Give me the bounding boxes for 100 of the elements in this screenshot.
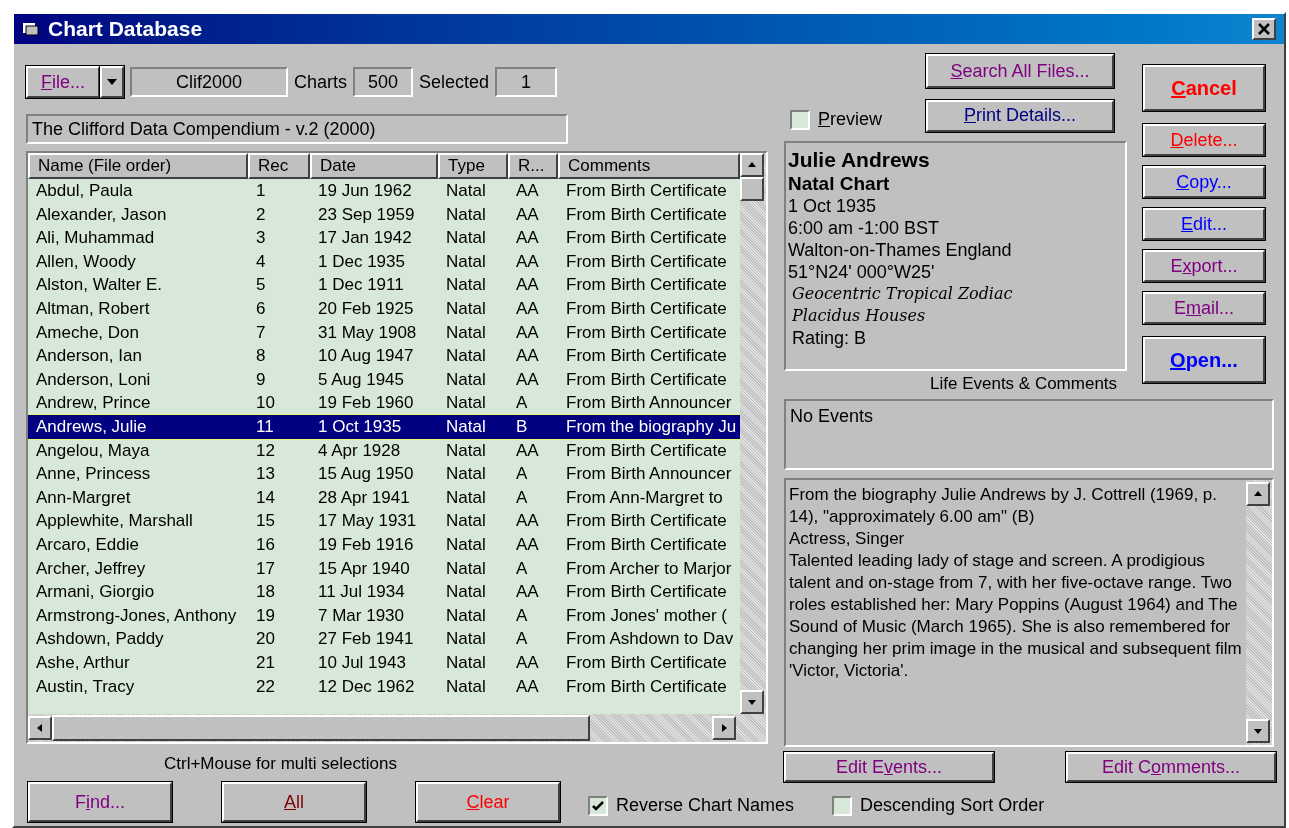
table-row[interactable]: Anne, Princess 13 15 Aug 1950 Natal A From Birth Announcer [28,462,740,486]
edit-button[interactable]: Edit Comments... [1066,752,1276,782]
table-row[interactable]: Alexander, Jason 2 23 Sep 1959 Natal AA From Birth Certificate [28,202,740,227]
scroll-right-button[interactable] [712,716,736,740]
table-cell-text: A [515,628,529,651]
selection-button[interactable]: Find... [28,782,172,822]
scroll-up-button[interactable] [1246,481,1270,506]
table-row[interactable]: Armstrong-Jones, Anthony 19 7 Mar 1930 Natal A From Jones' mother ( [28,603,740,628]
table-cell-text: 21 [255,651,276,674]
table-cell-text: Alston, Walter E. [35,274,163,297]
table-cell-text: AA [515,180,540,203]
table-row[interactable]: Ashdown, Paddy 20 27 Feb 1941 Natal A From Ashdown to Dav [28,627,740,651]
table-cell-text: 12 Dec 1962 [317,675,416,698]
table-row[interactable]: Applewhite, Marshall 15 17 May 1931 Natal AA From Birth Certificate [28,509,740,533]
table-row[interactable]: Andrew, Prince 10 19 Feb 1960 Natal A From Birth Announcer [28,391,740,415]
table-cell-text: Altman, Robert [35,298,151,320]
table-cell-text: From Birth Certificate [565,368,728,391]
action-button[interactable]: Edit... [1143,208,1265,240]
action-button[interactable]: Copy... [1143,166,1265,198]
selected-label: Selected [419,70,490,94]
selection-button[interactable]: All [222,782,366,822]
table-row[interactable]: Alston, Walter E. 5 1 Dec 1911 Natal AA From Birth Certificate [28,273,740,297]
checkbox[interactable] [832,795,853,816]
comment-paragraph: Actress, Singer [789,527,906,550]
print-details-button[interactable]: Print Details... [926,99,1114,132]
table-cell-text: 17 Jan 1942 [317,227,413,250]
table-cell-text: Austin, Tracy [35,675,136,698]
table-cell-text: Angelou, Maya [35,439,151,462]
table-row[interactable]: Ameche, Don 7 31 May 1908 Natal AA From Birth Certificate [28,320,740,345]
table-cell-text: B [515,416,529,438]
vertical-scrollbar[interactable] [740,153,766,714]
column-header[interactable]: Type [438,153,508,179]
vertical-scrollbar[interactable] [1246,479,1272,745]
table-cell-text: 11 Jul 1934 [317,581,406,604]
table-row[interactable]: Abdul, Paula 1 19 Jun 1962 Natal AA From Birth Certificate [28,179,740,203]
table-cell-text: AA [515,533,540,556]
table-row[interactable]: Allen, Woody 4 1 Dec 1935 Natal AA From Birth Certificate [28,249,740,274]
table-cell-text: Natal [445,557,487,580]
table-row[interactable]: Armani, Giorgio 18 11 Jul 1934 Natal AA From Birth Certificate [28,580,740,604]
table-row[interactable]: Andrews, Julie 11 1 Oct 1935 Natal B From the biography Ju [28,414,740,439]
table-row[interactable]: Altman, Robert 6 20 Feb 1925 Natal AA From Birth Certificate [28,296,740,321]
table-cell-text: 4 Apr 1928 [317,439,402,462]
table-cell-text: Natal [445,581,487,604]
file-button[interactable]: File... [26,66,100,98]
scroll-left-button[interactable] [28,716,52,740]
column-header[interactable]: Name (File order) [28,153,248,179]
table-row[interactable]: Anderson, Loni 9 5 Aug 1945 Natal AA From Birth Certificate [28,367,740,392]
scroll-up-button[interactable] [740,153,764,177]
table-cell-text: AA [515,651,540,674]
table-cell-text: A [515,392,529,415]
table-cell-text: A [515,486,529,509]
table-row[interactable]: Ali, Muhammad 3 17 Jan 1942 Natal AA From Birth Certificate [28,226,740,250]
table-row[interactable]: Anderson, Ian 8 10 Aug 1947 Natal AA From Birth Certificate [28,344,740,368]
action-button[interactable]: Open... [1143,337,1265,383]
table-cell-text: 15 Apr 1940 [317,557,411,580]
table-cell-text: Ashdown, Paddy [35,628,165,651]
scroll-down-button[interactable] [740,690,764,714]
close-button[interactable] [1252,18,1276,40]
charts-label: Charts [294,70,347,94]
table-row[interactable]: Ann-Margret 14 28 Apr 1941 Natal A From Ann-Margret to [28,485,740,510]
preview-label: Preview [818,108,883,131]
table-cell-text: Abdul, Paula [35,180,134,203]
column-header[interactable]: Rec [248,153,310,179]
column-header[interactable]: Comments [558,153,740,179]
edit-button[interactable]: Edit Events... [784,752,994,782]
multi-selection-hint: Ctrl+Mouse for multi selections [164,753,398,775]
table-cell-text: AA [515,321,540,344]
scrollbar-thumb[interactable] [52,715,590,741]
caret-down-icon [107,79,117,85]
action-button[interactable]: Export... [1143,250,1265,282]
horizontal-scrollbar[interactable] [28,714,766,742]
table-cell-text: AA [515,581,540,604]
column-header[interactable]: Date [310,153,438,179]
table-cell-text: Natal [445,510,487,533]
search-all-files-button[interactable]: Search All Files... [926,54,1114,88]
table-row[interactable]: Ashe, Arthur 21 10 Jul 1943 Natal AA From Birth Certificate [28,650,740,675]
close-icon [1258,23,1270,35]
table-row[interactable]: Austin, Tracy 22 12 Dec 1962 Natal AA From Birth Certificate [28,674,740,699]
table-cell-text: From Birth Certificate [565,298,728,320]
table-cell-text: Anderson, Loni [35,368,152,391]
table-cell-text: Natal [445,604,487,627]
table-row[interactable]: Archer, Jeffrey 17 15 Apr 1940 Natal A From Archer to Marjor [28,556,740,581]
checkbox[interactable] [790,109,810,130]
scroll-down-button[interactable] [1246,719,1270,743]
table-cell-text: From Birth Certificate [565,651,728,674]
table-cell-text: From Birth Certificate [565,250,728,273]
scrollbar-thumb[interactable] [740,177,764,201]
table-cell-text: Natal [445,439,487,462]
table-cell-text: From Birth Certificate [565,227,728,250]
table-row[interactable]: Angelou, Maya 12 4 Apr 1928 Natal AA From Birth Certificate [28,438,740,463]
table-cell-text: Alexander, Jason [35,203,168,226]
action-button[interactable]: Email... [1143,292,1265,324]
dropdown-arrow-button[interactable] [100,66,124,98]
column-header[interactable]: R... [508,153,558,179]
table-cell-text: Natal [445,321,487,344]
table-cell-text: Natal [445,368,487,391]
table-cell-text: From Birth Certificate [565,180,728,203]
table-row[interactable]: Arcaro, Eddie 16 19 Feb 1916 Natal AA From Birth Certificate [28,532,740,557]
checkbox[interactable] [588,795,608,816]
table-cell-text: From the biography Ju [565,416,738,438]
